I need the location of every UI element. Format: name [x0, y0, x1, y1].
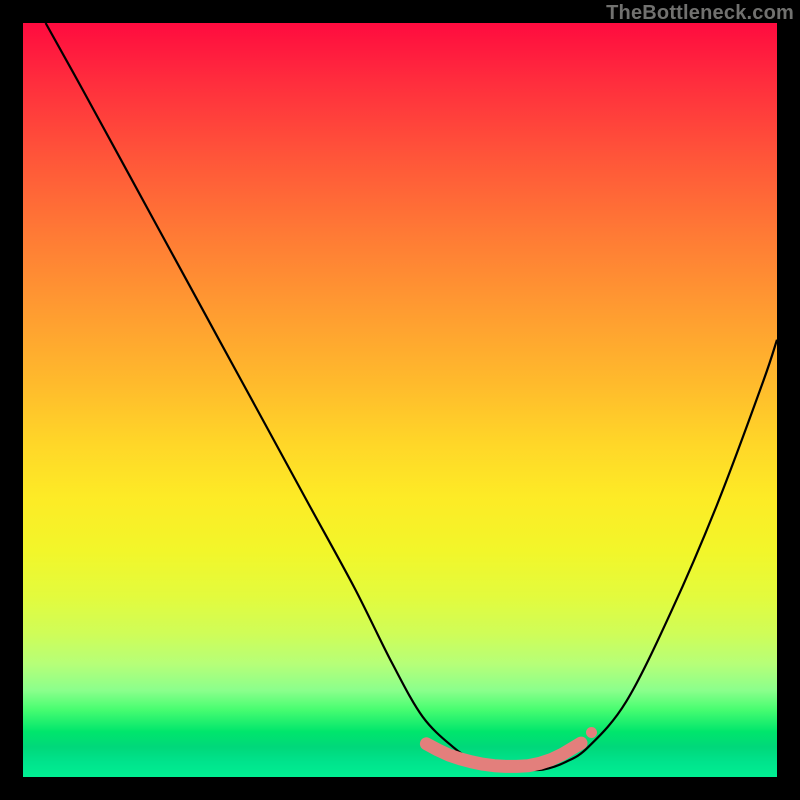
valley-end-dot: [586, 727, 597, 738]
watermark-text: TheBottleneck.com: [606, 2, 794, 25]
chart-plot-area: [23, 23, 777, 777]
valley-overlay: [426, 743, 581, 766]
curve-group: [46, 23, 777, 770]
chart-frame: TheBottleneck.com: [0, 0, 800, 800]
chart-svg: [23, 23, 777, 777]
bottleneck-curve: [46, 23, 777, 770]
